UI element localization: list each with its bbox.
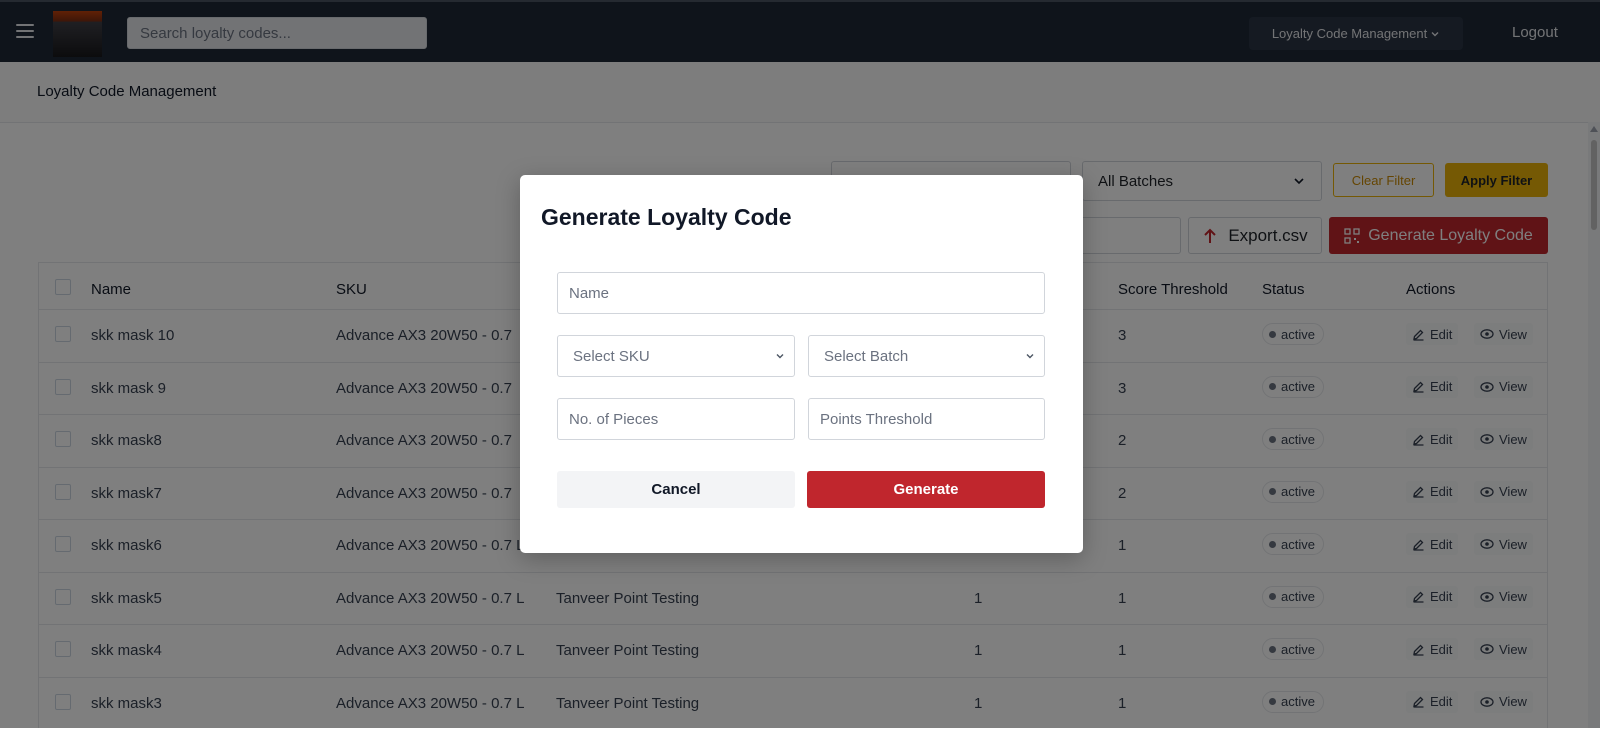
- chevron-down-icon: [776, 354, 784, 359]
- generate-loyalty-code-modal: Generate Loyalty Code Select SKU Select …: [520, 175, 1083, 553]
- chevron-down-icon: [1026, 354, 1034, 359]
- select-batch-label: Select Batch: [824, 347, 909, 365]
- points-threshold-input[interactable]: [808, 398, 1045, 440]
- cancel-button[interactable]: Cancel: [557, 471, 795, 508]
- select-sku-label: Select SKU: [573, 347, 650, 365]
- generate-button[interactable]: Generate: [807, 471, 1045, 508]
- select-sku-dropdown[interactable]: Select SKU: [557, 335, 795, 377]
- modal-title: Generate Loyalty Code: [541, 204, 792, 230]
- pieces-input[interactable]: [557, 398, 795, 440]
- select-batch-dropdown[interactable]: Select Batch: [808, 335, 1045, 377]
- name-input[interactable]: [557, 272, 1045, 314]
